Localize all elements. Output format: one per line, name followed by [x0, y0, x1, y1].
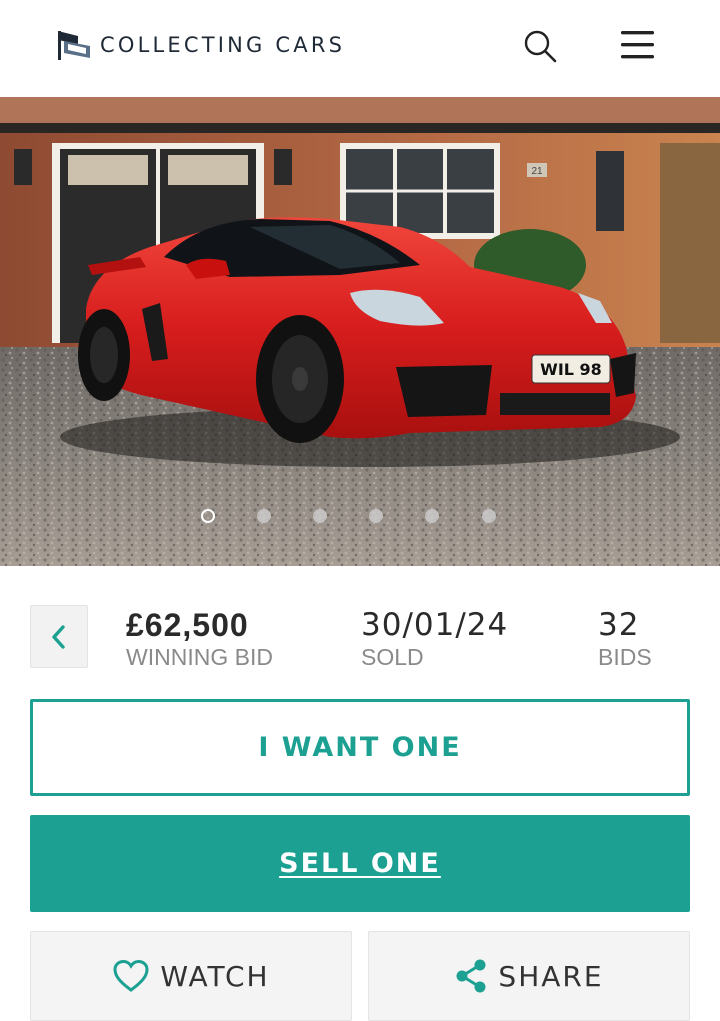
i-want-one-label: I WANT ONE: [258, 732, 462, 763]
i-want-one-button[interactable]: I WANT ONE: [30, 699, 690, 796]
hamburger-menu-icon: [621, 31, 654, 59]
share-label: SHARE: [498, 959, 604, 993]
bids-count: 32: [598, 607, 640, 643]
brand-name: COLLECTING CARS: [100, 33, 346, 57]
share-button[interactable]: SHARE: [368, 931, 690, 1021]
gallery-pagination: [0, 505, 720, 527]
bids-label: BIDS: [598, 644, 652, 670]
chevron-left-icon: [52, 624, 65, 649]
collecting-cars-flag-logo-icon: [58, 31, 90, 60]
gallery-dot-4[interactable]: [369, 509, 383, 523]
search-icon: [524, 30, 557, 63]
search-button[interactable]: [520, 26, 560, 66]
car-photo: 21 WIL 98: [0, 97, 720, 566]
site-header: COLLECTING CARS: [0, 0, 720, 97]
watch-button[interactable]: WATCH: [30, 931, 352, 1021]
share-icon: [454, 958, 488, 994]
winning-bid-value: £62,500: [126, 607, 249, 643]
gallery-dot-5[interactable]: [425, 509, 439, 523]
bids-stat: 32 BIDS: [598, 606, 652, 671]
gallery-dot-3[interactable]: [313, 509, 327, 523]
gallery-dot-1[interactable]: [201, 509, 215, 523]
sell-one-label: SELL ONE: [279, 848, 441, 879]
winning-bid-stat: £62,500 WINNING BID: [126, 606, 273, 671]
heart-icon: [112, 959, 150, 993]
winning-bid-label: WINNING BID: [126, 644, 273, 670]
menu-button[interactable]: [618, 26, 658, 66]
sold-label: SOLD: [361, 644, 424, 670]
back-button[interactable]: [30, 605, 88, 668]
car-photo-gallery[interactable]: 21 WIL 98: [0, 97, 720, 566]
sold-date-value: 30/01/24: [361, 607, 509, 643]
gallery-dot-2[interactable]: [257, 509, 271, 523]
house-number: 21: [531, 166, 543, 177]
watch-label: WATCH: [160, 959, 270, 993]
license-plate: WIL 98: [540, 360, 602, 379]
sold-date-stat: 30/01/24 SOLD: [361, 606, 508, 671]
sell-one-button[interactable]: SELL ONE: [30, 815, 690, 912]
gallery-dot-6[interactable]: [482, 509, 496, 523]
brand-logo[interactable]: COLLECTING CARS: [56, 28, 345, 62]
